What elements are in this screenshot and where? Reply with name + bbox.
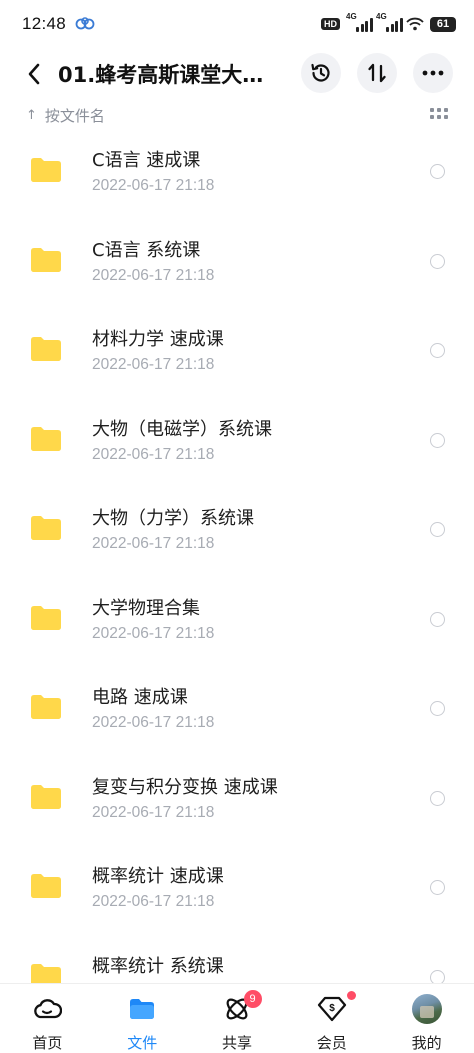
select-checkbox[interactable] (430, 253, 445, 269)
file-name: 概率统计 速成课 (92, 866, 224, 887)
file-date: 2022-06-17 21:18 (92, 445, 215, 463)
nav-label-vip: 会员 (316, 1034, 347, 1052)
sort-row: ↑ 按文件名 (0, 100, 474, 130)
avatar (411, 994, 442, 1024)
folder-icon (31, 247, 61, 272)
folder-icon (31, 158, 61, 182)
share-badge: 9 (243, 990, 262, 1008)
back-button[interactable] (12, 52, 56, 96)
signal-icon: 4G (346, 12, 373, 32)
select-checkbox[interactable] (430, 343, 445, 358)
folder-icon (31, 337, 61, 361)
file-row[interactable]: 概率统计 速成课 2022-06-17 21:18 (0, 846, 474, 935)
select-checkbox[interactable] (430, 432, 445, 448)
file-name: 电路 速成课 (92, 687, 188, 708)
file-row[interactable]: 大物（电磁学）系统课 2022-06-17 21:18 (0, 399, 474, 488)
battery-indicator: 61 (430, 16, 456, 32)
home-cloud-icon (32, 994, 63, 1024)
file-row[interactable]: 复变与积分变换 速成课 2022-06-17 21:18 (0, 757, 474, 846)
select-checkbox[interactable] (430, 611, 445, 627)
folder-icon (31, 695, 61, 719)
svg-text:$: $ (329, 1003, 335, 1014)
file-name: C语言 速成课 (92, 150, 201, 171)
nav-vip[interactable]: $ 会员 (284, 984, 379, 1053)
page-title: 01.蜂考高斯课堂大… (58, 63, 264, 87)
file-row[interactable]: C语言 速成课 2022-06-17 21:18 (0, 130, 474, 219)
file-row[interactable]: 概率统计 系统课2022-06-17 21:18 (0, 936, 474, 983)
grid-view-icon[interactable] (430, 108, 448, 122)
file-row[interactable]: C语言 系统课 2022-06-17 21:18 (0, 220, 474, 309)
select-checkbox[interactable] (430, 701, 445, 716)
file-row[interactable]: 材料力学 速成课 2022-06-17 21:18 (0, 309, 474, 398)
vip-badge-dot (347, 991, 357, 1000)
file-name: 概率统计 系统课 (92, 955, 224, 977)
nav-home[interactable]: 首页 (0, 984, 95, 1053)
nav-label-me: 我的 (411, 1034, 442, 1052)
file-date: 2022-06-17 21:18 (92, 177, 215, 194)
status-time: 12:48 (22, 14, 67, 33)
folder-icon (31, 784, 61, 809)
file-name: 大物（力学）系统课 (92, 508, 254, 529)
bottom-nav: 首页 文件 9 共享 $ 会员 我的 (0, 983, 474, 1053)
select-checkbox[interactable] (430, 164, 445, 179)
sort-label: 按文件名 (44, 106, 105, 125)
file-row[interactable]: 电路 速成课 2022-06-17 21:18 (0, 667, 474, 756)
folder-icon (31, 426, 61, 451)
signal-icon-2: 4G (376, 12, 403, 32)
file-date: 2022-06-17 21:18 (92, 714, 215, 731)
sort-by-name-button[interactable]: ↑ 按文件名 (26, 105, 105, 126)
status-bar: 12:48 HD 4G 4G 61 (0, 0, 474, 48)
nav-label-files: 文件 (127, 1034, 158, 1052)
more-button[interactable] (413, 53, 453, 93)
file-name: C语言 系统课 (92, 239, 201, 261)
file-name: 大学物理合集 (92, 597, 200, 619)
select-checkbox[interactable] (430, 969, 445, 983)
files-folder-icon (127, 994, 157, 1024)
folder-icon (31, 963, 61, 983)
file-date: 2022-06-17 21:18 (92, 266, 215, 284)
hd-badge: HD (321, 18, 340, 30)
sort-order-button[interactable] (357, 53, 397, 93)
folder-icon (31, 605, 61, 630)
sort-arrow-icon: ↑ (26, 107, 37, 123)
cloud-sync-icon (75, 17, 95, 30)
file-name: 材料力学 速成课 (92, 329, 224, 350)
back-icon (28, 63, 40, 85)
file-row[interactable]: 大物（力学）系统课 2022-06-17 21:18 (0, 488, 474, 577)
nav-label-share: 共享 (221, 1034, 252, 1052)
select-checkbox[interactable] (430, 880, 445, 895)
sort-order-icon (368, 63, 386, 83)
wifi-icon (406, 17, 424, 31)
vip-diamond-icon: $ (317, 994, 347, 1024)
header: 01.蜂考高斯课堂大… (0, 48, 474, 100)
nav-me[interactable]: 我的 (379, 984, 474, 1053)
history-button[interactable] (301, 53, 341, 93)
file-date: 2022-06-17 21:18 (92, 356, 215, 373)
file-date: 2022-06-17 21:18 (92, 803, 215, 821)
folder-icon (31, 516, 61, 540)
nav-label-home: 首页 (32, 1034, 63, 1052)
file-date: 2022-06-17 21:18 (92, 624, 215, 642)
file-date: 2022-06-17 21:18 (92, 535, 215, 552)
file-name: 大物（电磁学）系统课 (92, 418, 272, 440)
history-icon (311, 63, 330, 82)
file-date: 2022-06-17 21:18 (92, 893, 215, 910)
nav-share[interactable]: 9 共享 (190, 984, 285, 1053)
select-checkbox[interactable] (430, 790, 445, 806)
select-checkbox[interactable] (430, 522, 445, 537)
nav-files[interactable]: 文件 (95, 984, 190, 1053)
file-name: 复变与积分变换 速成课 (92, 776, 278, 798)
folder-icon (31, 874, 61, 898)
file-row[interactable]: 大学物理合集 2022-06-17 21:18 (0, 578, 474, 667)
file-list: C语言 速成课 2022-06-17 21:18 C语言 系统课 2022-06-17… (0, 130, 474, 983)
more-icon (422, 70, 444, 76)
